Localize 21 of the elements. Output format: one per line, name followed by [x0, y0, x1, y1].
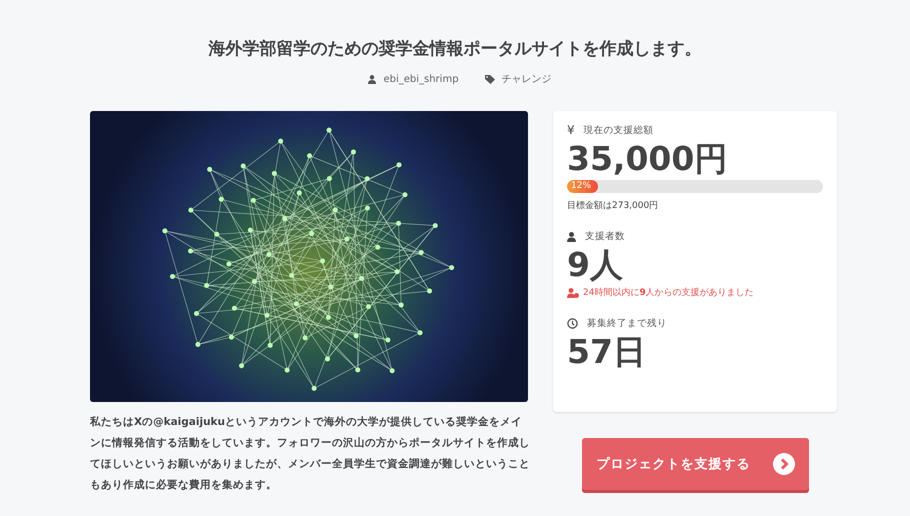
goal-text: 目標金額は273,000円	[567, 200, 660, 212]
progress-fill: 12%	[567, 180, 598, 193]
yen-icon: ¥	[567, 123, 575, 137]
project-description: 私たちはXの@kaigaijukuというアカウントで海外の大学が提供している奨学金をメインに情報発信する活動をしています。フォロワーの沢山の方からポータルサイトを作成してほしいというお願いがありましたが、メンバー全員学生で資金調達が難しいということもあり作成に必要な費用を集めます。	[90, 415, 530, 493]
category-link[interactable]: チャレンジ	[502, 72, 552, 86]
chevron-circle-icon	[772, 453, 794, 475]
support-project-button[interactable]: プロジェクトを支援する	[582, 438, 809, 490]
stat-label: 支援者数	[585, 230, 625, 243]
stat-label: 現在の支援総額	[584, 124, 654, 136]
clock-icon	[567, 318, 578, 329]
tag-icon	[484, 74, 495, 84]
project-title: 海外学部留学のための奨学金情報ポータルサイトを作成します。	[208, 38, 702, 61]
stat-value: 57日	[567, 332, 647, 372]
people-icon	[567, 288, 579, 298]
person-icon	[368, 74, 376, 84]
stat-label: 募集終了まで残り	[587, 317, 667, 330]
author-link[interactable]: ebi_ebi_shrimp	[383, 74, 459, 84]
stat-value: 35,000円	[567, 139, 728, 179]
stat-value: 9人	[567, 245, 624, 285]
person-icon	[567, 232, 576, 242]
recent-supporters-text: 24時間以内に9人からの支援がありました	[583, 286, 754, 299]
